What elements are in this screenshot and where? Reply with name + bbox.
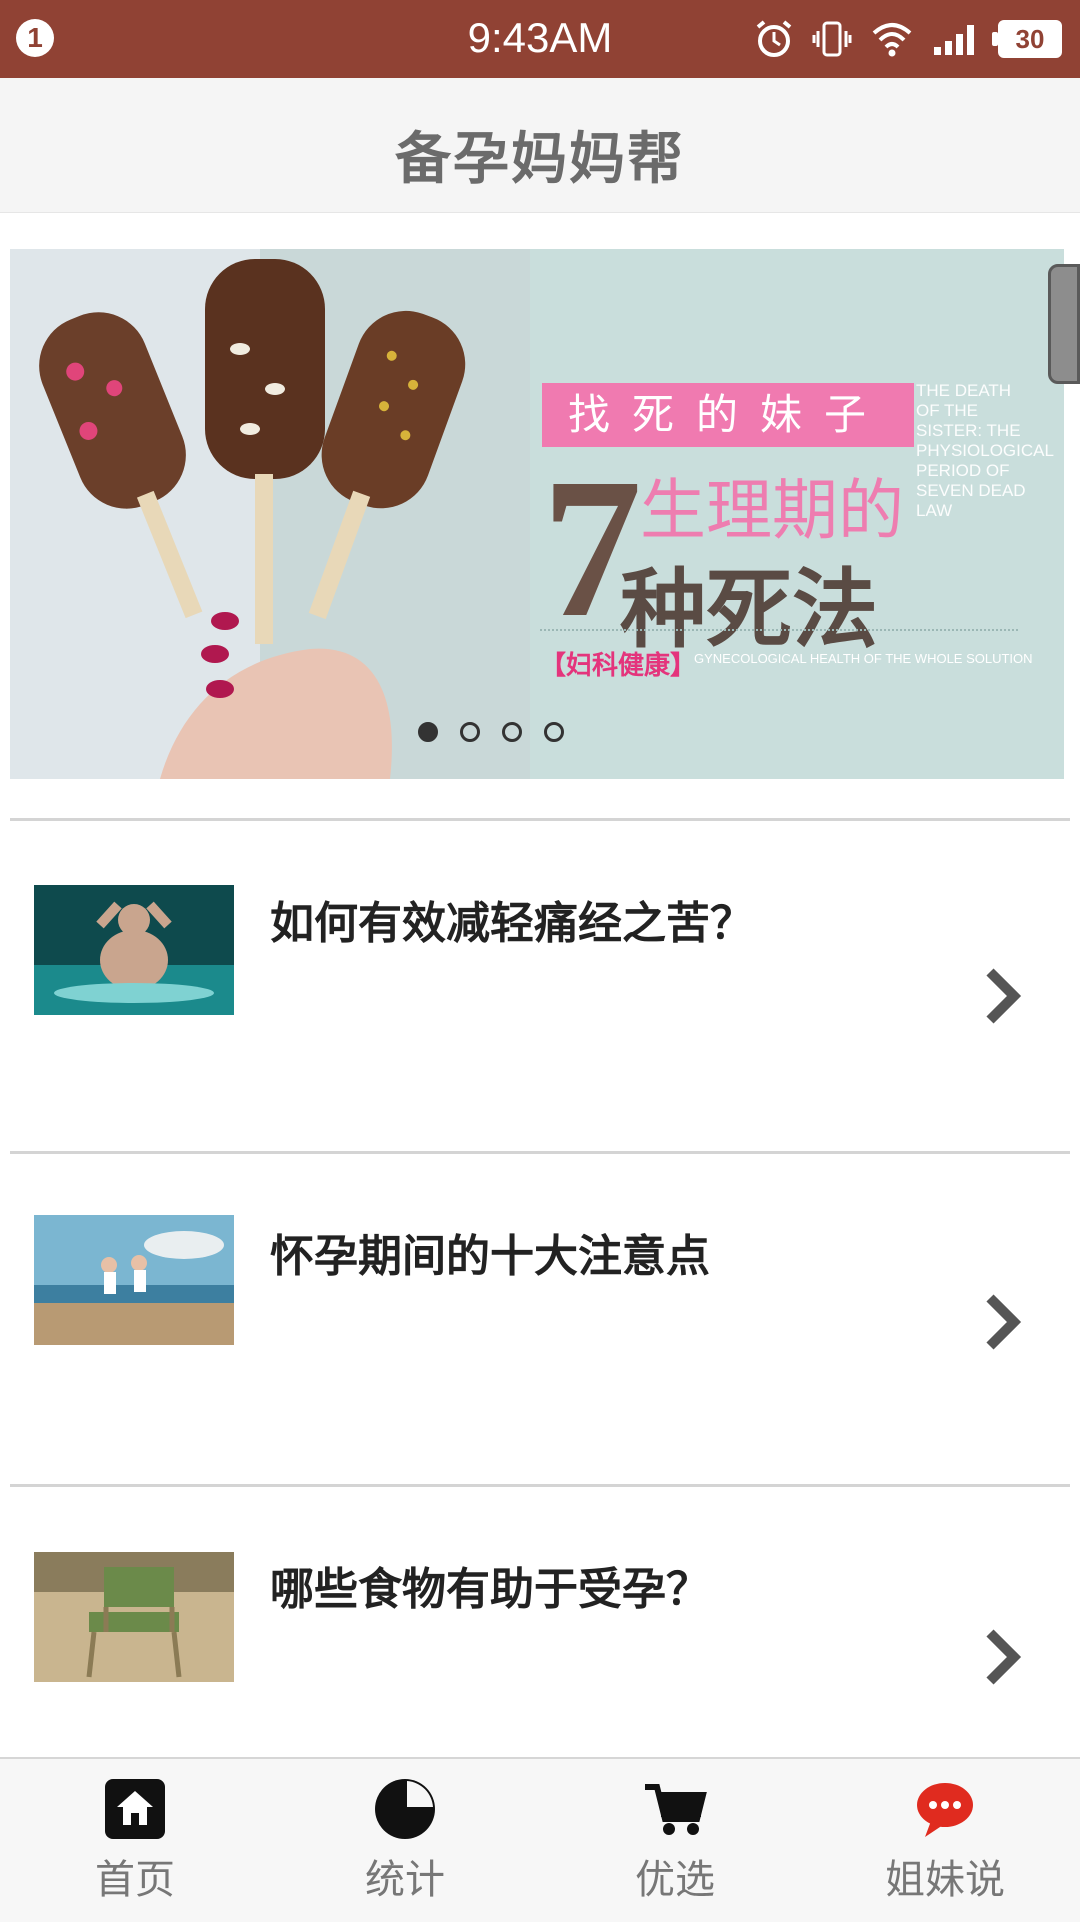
ice-cream-hand-photo — [10, 249, 530, 779]
side-drawer-handle[interactable] — [1048, 264, 1080, 384]
nav-label: 姐妹说 — [885, 1857, 1005, 1903]
article-title: 怀孕期间的十大注意点 — [270, 1231, 710, 1282]
home-icon — [105, 1779, 165, 1839]
nav-item-stats[interactable]: 统计 — [270, 1759, 540, 1922]
cart-icon — [645, 1784, 707, 1835]
carousel-dot-active[interactable] — [418, 722, 438, 742]
status-bar: 1 9:43AM 30 — [0, 0, 1080, 78]
thumbnail-man-in-water — [34, 885, 234, 1015]
banner-english-text: THE DEATH OF THE SISTER: THE PHYSIOLOGIC… — [916, 381, 1054, 520]
nav-item-home[interactable]: 首页 — [0, 1759, 270, 1922]
banner-carousel[interactable]: 找死的妹子 7 生理期的 种死法 THE DEATH OF THE SISTER… — [10, 249, 1064, 779]
wifi-icon — [872, 23, 912, 57]
banner-category-english: GYNECOLOGICAL HEALTH OF THE WHOLE SOLUTI… — [694, 651, 1033, 666]
carousel-dot[interactable] — [502, 722, 522, 742]
article-list: 如何有效减轻痛经之苦？ 怀孕期间的十大注意点 哪些食物有助于受孕？ — [10, 818, 1070, 1817]
carousel-dot[interactable] — [544, 722, 564, 742]
carousel-dot[interactable] — [460, 722, 480, 742]
list-item[interactable]: 如何有效减轻痛经之苦？ — [10, 818, 1070, 1151]
thumbnail-couple-beach — [34, 1215, 234, 1345]
list-item[interactable]: 怀孕期间的十大注意点 — [10, 1151, 1070, 1484]
pie-chart-icon — [375, 1779, 435, 1839]
nav-label: 优选 — [635, 1857, 715, 1903]
vibrate-icon — [812, 21, 852, 57]
page-title: 备孕妈妈帮 — [395, 127, 685, 192]
carousel-page-indicator — [418, 722, 564, 742]
thumbnail-school-chair — [34, 1552, 234, 1682]
chat-bubble-icon — [917, 1783, 973, 1837]
article-title: 哪些食物有助于受孕？ — [270, 1564, 710, 1615]
nav-item-sisters[interactable]: 姐妹说 — [810, 1759, 1080, 1922]
chevron-right-icon — [986, 1629, 1022, 1685]
signal-icon — [934, 25, 974, 55]
banner-category: 【妇科健康】 — [540, 651, 697, 681]
chevron-right-icon — [986, 1294, 1022, 1350]
alarm-icon — [756, 20, 792, 57]
battery-indicator: 30 — [992, 20, 1062, 58]
banner-divider — [540, 629, 1018, 631]
nav-label: 首页 — [95, 1857, 175, 1903]
bottom-nav: 首页 统计 优选 姐妹说 — [0, 1757, 1080, 1922]
article-title: 如何有效减轻痛经之苦？ — [270, 898, 754, 949]
nav-label: 统计 — [365, 1857, 445, 1903]
app-header: 备孕妈妈帮 — [0, 78, 1080, 213]
chevron-right-icon — [986, 968, 1022, 1024]
nav-item-shop[interactable]: 优选 — [540, 1759, 810, 1922]
